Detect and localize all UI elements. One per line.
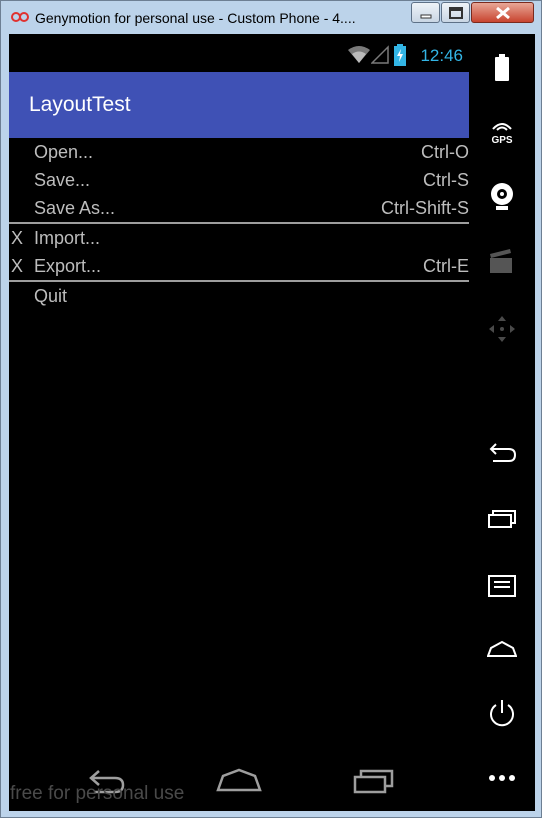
menu-item-save[interactable]: Save... Ctrl-S xyxy=(9,166,469,194)
watermark: free for personal use xyxy=(10,783,185,804)
menu-icon[interactable] xyxy=(487,570,517,600)
menu-item-shortcut: Ctrl-Shift-S xyxy=(380,198,469,218)
menu-item-import[interactable]: X Import... xyxy=(9,224,469,252)
window-title: Genymotion for personal use - Custom Pho… xyxy=(35,10,356,26)
status-clock: 12:46 xyxy=(420,46,463,65)
minimize-button[interactable] xyxy=(411,2,440,23)
check-mark: X xyxy=(11,228,24,248)
menu-item-shortcut: Ctrl-S xyxy=(423,170,469,190)
close-button[interactable] xyxy=(471,2,534,23)
minimize-icon xyxy=(420,14,432,19)
menu-item-label: Save... xyxy=(34,170,91,190)
menu-list: Open... Ctrl-O Save... Ctrl-S Save As...… xyxy=(9,138,469,310)
app-bar: LayoutTest xyxy=(9,72,469,138)
check-mark: X xyxy=(11,256,24,276)
menu-item-label: Save As... xyxy=(34,198,116,218)
media-icon[interactable] xyxy=(487,247,517,277)
menu-item-quit[interactable]: Quit xyxy=(9,282,469,310)
menu-item-label: Quit xyxy=(34,286,68,306)
menu-item-export[interactable]: X Export... Ctrl-E xyxy=(9,252,469,280)
device-screen[interactable]: 12:46 LayoutTest Open... Ctrl-O Save... … xyxy=(9,34,535,811)
title-bar[interactable]: Genymotion for personal use - Custom Pho… xyxy=(1,1,541,33)
wifi-icon xyxy=(348,46,370,63)
recent-apps-icon[interactable] xyxy=(353,768,395,794)
recent-apps-icon[interactable] xyxy=(487,504,517,534)
back-icon[interactable] xyxy=(487,438,517,468)
power-icon[interactable] xyxy=(487,698,517,728)
status-bar: 12:46 xyxy=(9,34,469,72)
emulator-window: Genymotion for personal use - Custom Pho… xyxy=(0,0,542,818)
home-icon[interactable] xyxy=(216,768,262,792)
battery-icon[interactable] xyxy=(487,53,517,83)
maximize-button[interactable] xyxy=(441,2,470,23)
gps-icon[interactable]: GPS xyxy=(487,117,517,147)
genymotion-icon xyxy=(11,12,29,22)
gps-label: GPS xyxy=(491,135,512,146)
close-icon xyxy=(496,6,510,20)
menu-item-open[interactable]: Open... Ctrl-O xyxy=(9,138,469,166)
battery-charging-icon xyxy=(394,44,406,66)
maximize-icon xyxy=(449,7,463,19)
menu-item-shortcut: Ctrl-O xyxy=(421,142,469,162)
dpad-icon[interactable] xyxy=(487,314,517,344)
signal-icon xyxy=(371,45,389,64)
emulator-sidebar: GPS xyxy=(469,34,535,811)
webcam-icon[interactable] xyxy=(487,181,517,211)
menu-item-label: Open... xyxy=(34,142,94,162)
more-icon[interactable] xyxy=(487,763,517,793)
menu-item-save-as[interactable]: Save As... Ctrl-Shift-S xyxy=(9,194,469,222)
home-icon[interactable] xyxy=(487,634,517,664)
menu-item-shortcut: Ctrl-E xyxy=(423,256,469,276)
menu-item-label: Export... xyxy=(34,256,102,276)
menu-item-label: Import... xyxy=(34,228,101,248)
app-title: LayoutTest xyxy=(29,93,131,116)
